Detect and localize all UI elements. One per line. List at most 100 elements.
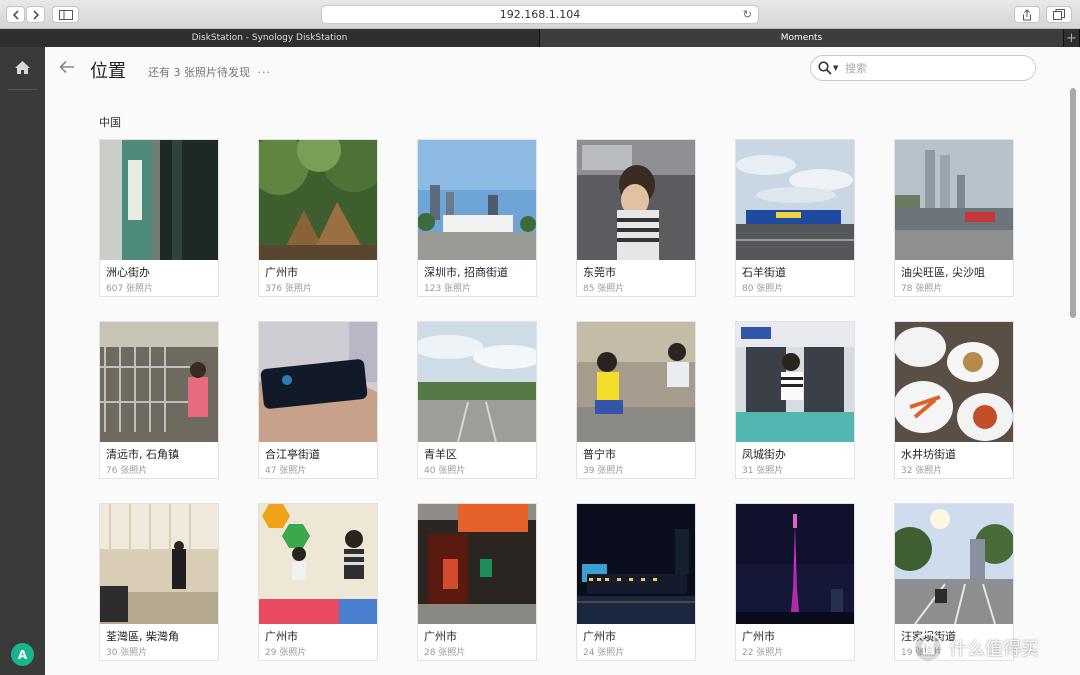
arrow-left-icon bbox=[59, 60, 74, 74]
place-card[interactable]: 广州市 29 张照片 bbox=[258, 503, 378, 661]
place-thumbnail[interactable] bbox=[100, 504, 218, 624]
photo-count: 22 张照片 bbox=[742, 648, 784, 658]
place-name: 荃灣區, 柴灣角 bbox=[106, 630, 179, 643]
place-name: 广州市 bbox=[742, 630, 775, 643]
share-button[interactable] bbox=[1014, 6, 1040, 23]
place-name: 油尖旺區, 尖沙咀 bbox=[901, 266, 985, 279]
place-name: 青羊区 bbox=[424, 448, 457, 461]
place-thumbnail[interactable] bbox=[259, 322, 377, 442]
photo-count: 376 张照片 bbox=[265, 284, 313, 294]
place-name: 东莞市 bbox=[583, 266, 616, 279]
place-card[interactable]: 合江亭街道 47 张照片 bbox=[258, 321, 378, 479]
place-card[interactable]: 广州市 22 张照片 bbox=[735, 503, 855, 661]
tab-diskstation[interactable]: DiskStation - Synology DiskStation bbox=[0, 29, 540, 47]
photo-count: 24 张照片 bbox=[583, 648, 625, 658]
browser-toolbar: 192.168.1.104 ↻ bbox=[0, 0, 1080, 29]
watermark: 值 什么值得买 bbox=[913, 630, 1039, 666]
home-icon bbox=[15, 61, 30, 74]
place-card[interactable]: 油尖旺區, 尖沙咀 78 张照片 bbox=[894, 139, 1014, 297]
place-card[interactable]: 石羊街道 80 张照片 bbox=[735, 139, 855, 297]
search-box[interactable]: ▼ bbox=[810, 55, 1036, 81]
place-name: 广州市 bbox=[583, 630, 616, 643]
more-icon[interactable]: ··· bbox=[258, 66, 272, 79]
avatar[interactable]: A bbox=[11, 643, 34, 666]
place-name: 水井坊街道 bbox=[901, 448, 956, 461]
place-card[interactable]: 凤城街办 31 张照片 bbox=[735, 321, 855, 479]
tab-label: Moments bbox=[780, 33, 823, 43]
place-thumbnail[interactable] bbox=[100, 140, 218, 260]
watermark-text: 什么值得买 bbox=[949, 639, 1039, 660]
place-card[interactable]: 水井坊街道 32 张照片 bbox=[894, 321, 1014, 479]
reload-icon[interactable]: ↻ bbox=[743, 8, 752, 21]
place-card[interactable]: 东莞市 85 张照片 bbox=[576, 139, 696, 297]
share-icon bbox=[1023, 8, 1031, 20]
place-card[interactable]: 荃灣區, 柴灣角 30 张照片 bbox=[99, 503, 219, 661]
photo-count: 85 张照片 bbox=[583, 284, 625, 294]
tabs-overview-button[interactable] bbox=[1046, 6, 1072, 23]
place-thumbnail[interactable] bbox=[100, 322, 218, 442]
place-card[interactable]: 清远市, 石角镇 76 张照片 bbox=[99, 321, 219, 479]
place-card[interactable]: 普宁市 39 张照片 bbox=[576, 321, 696, 479]
search-icon bbox=[818, 61, 832, 75]
photo-count: 29 张照片 bbox=[265, 648, 307, 658]
place-card[interactable]: 广州市 376 张照片 bbox=[258, 139, 378, 297]
back-button[interactable] bbox=[59, 59, 75, 78]
search-input[interactable] bbox=[845, 61, 1025, 76]
new-tab-button[interactable]: + bbox=[1064, 29, 1080, 47]
photo-count: 40 张照片 bbox=[424, 466, 466, 476]
place-card[interactable]: 洲心街办 607 张照片 bbox=[99, 139, 219, 297]
place-thumbnail[interactable] bbox=[895, 504, 1013, 624]
place-thumbnail[interactable] bbox=[418, 140, 536, 260]
chevron-right-icon bbox=[32, 9, 39, 20]
photo-count: 39 张照片 bbox=[583, 466, 625, 476]
place-card[interactable]: 青羊区 40 张照片 bbox=[417, 321, 537, 479]
place-thumbnail[interactable] bbox=[418, 322, 536, 442]
photo-count: 30 张照片 bbox=[106, 648, 148, 658]
home-button[interactable] bbox=[14, 60, 31, 79]
tab-moments[interactable]: Moments bbox=[540, 29, 1064, 47]
place-name: 凤城街办 bbox=[742, 448, 786, 461]
address-bar[interactable]: 192.168.1.104 ↻ bbox=[321, 5, 759, 24]
sidebar-toggle-button[interactable] bbox=[52, 6, 79, 23]
watermark-badge: 值 bbox=[913, 633, 943, 663]
back-nav-button[interactable] bbox=[6, 6, 25, 23]
photo-count: 31 张照片 bbox=[742, 466, 784, 476]
photo-count: 47 张照片 bbox=[265, 466, 307, 476]
place-card[interactable]: 深圳市, 招商街道 123 张照片 bbox=[417, 139, 537, 297]
photo-count: 28 张照片 bbox=[424, 648, 466, 658]
sidebar-icon bbox=[58, 9, 73, 20]
place-name: 广州市 bbox=[424, 630, 457, 643]
place-thumbnail[interactable] bbox=[577, 140, 695, 260]
photo-count: 78 张照片 bbox=[901, 284, 943, 294]
place-thumbnail[interactable] bbox=[418, 504, 536, 624]
place-name: 广州市 bbox=[265, 266, 298, 279]
section-title-china: 中国 bbox=[99, 116, 121, 129]
place-name: 石羊街道 bbox=[742, 266, 786, 279]
place-name: 洲心街办 bbox=[106, 266, 150, 279]
place-thumbnail[interactable] bbox=[736, 140, 854, 260]
place-thumbnail[interactable] bbox=[577, 322, 695, 442]
page-title: 位置 bbox=[90, 61, 126, 82]
chevron-left-icon bbox=[12, 9, 19, 20]
place-card[interactable]: 广州市 24 张照片 bbox=[576, 503, 696, 661]
tab-strip: DiskStation - Synology DiskStation Momen… bbox=[0, 29, 1080, 47]
place-name: 深圳市, 招商街道 bbox=[424, 266, 508, 279]
place-thumbnail[interactable] bbox=[577, 504, 695, 624]
place-thumbnail[interactable] bbox=[736, 504, 854, 624]
place-thumbnail[interactable] bbox=[259, 504, 377, 624]
place-thumbnail[interactable] bbox=[895, 140, 1013, 260]
search-filter-caret-icon[interactable]: ▼ bbox=[833, 64, 838, 72]
place-thumbnail[interactable] bbox=[736, 322, 854, 442]
forward-nav-button[interactable] bbox=[26, 6, 45, 23]
pending-photos-info[interactable]: 还有 3 张照片待发现 ··· bbox=[148, 64, 271, 80]
scrollbar[interactable] bbox=[1070, 88, 1076, 318]
main-panel: 位置 还有 3 张照片待发现 ··· ▼ 中国 洲心街办607 张照片广州市 37… bbox=[45, 47, 1080, 675]
place-name: 广州市 bbox=[265, 630, 298, 643]
place-thumbnail[interactable] bbox=[259, 140, 377, 260]
photo-count: 123 张照片 bbox=[424, 284, 472, 294]
rail-divider bbox=[8, 89, 37, 90]
photo-count: 32 张照片 bbox=[901, 466, 943, 476]
place-thumbnail[interactable] bbox=[895, 322, 1013, 442]
photo-count: 80 张照片 bbox=[742, 284, 784, 294]
place-card[interactable]: 广州市 28 张照片 bbox=[417, 503, 537, 661]
